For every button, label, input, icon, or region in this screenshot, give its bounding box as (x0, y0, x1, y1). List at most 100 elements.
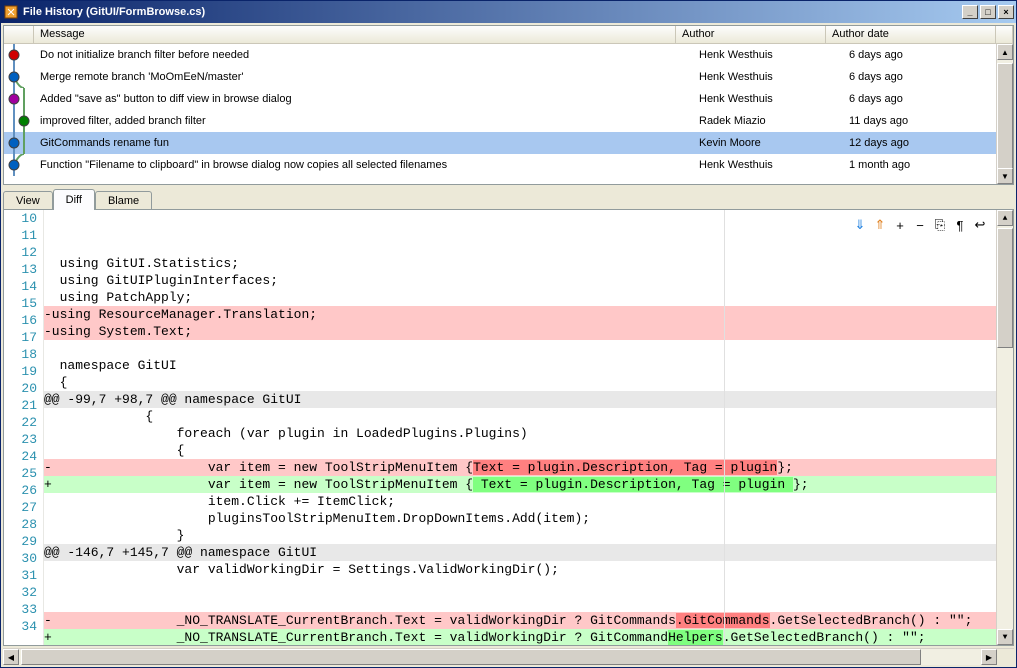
line-number: 10 (4, 210, 37, 227)
line-number: 24 (4, 448, 37, 465)
code-area[interactable]: using GitUI.Statistics; using GitUIPlugi… (44, 210, 996, 645)
diff-hscrollbar[interactable]: ◀ ▶ (3, 648, 1014, 665)
history-body: Do not initialize branch filter before n… (4, 44, 1013, 184)
next-diff-button[interactable]: ⇓ (850, 215, 870, 235)
history-row[interactable]: GitCommands rename funKevin Moore12 days… (4, 132, 1013, 154)
history-row[interactable]: Do not initialize branch filter before n… (4, 44, 1013, 66)
line-number: 30 (4, 550, 37, 567)
line-number: 33 (4, 601, 37, 618)
line-number: 14 (4, 278, 37, 295)
code-line: - var item = new ToolStripMenuItem {Text… (44, 459, 996, 476)
scroll-thumb[interactable] (997, 63, 1013, 173)
commit-date: 1 month ago (843, 157, 1013, 173)
code-line: -using ResourceManager.Translation; (44, 306, 996, 323)
scroll-left-icon[interactable]: ◀ (3, 649, 19, 665)
history-row[interactable]: improved filter, added branch filterRade… (4, 110, 1013, 132)
scroll-thumb[interactable] (21, 649, 921, 665)
scroll-corner (997, 649, 1014, 665)
code-line: @@ -146,7 +145,7 @@ namespace GitUI (44, 544, 996, 561)
tab-view[interactable]: View (3, 191, 53, 210)
commit-author: Henk Westhuis (693, 157, 843, 173)
code-line (44, 340, 996, 357)
prev-diff-button[interactable]: ⇑ (870, 215, 890, 235)
commit-date: 11 days ago (843, 113, 1013, 129)
col-date[interactable]: Author date (826, 26, 996, 43)
window-buttons: _ □ × (962, 5, 1014, 19)
code-line: var validWorkingDir = Settings.ValidWork… (44, 561, 996, 578)
commit-message: Merge remote branch 'MoOmEeN/master' (34, 69, 693, 85)
history-row[interactable]: Function "Filename to clipboard" in brow… (4, 154, 1013, 176)
show-whitespace-button[interactable]: ¶ (950, 215, 970, 235)
tabs: View Diff Blame (3, 189, 1014, 209)
window-title: File History (GitUI/FormBrowse.cs) (23, 6, 962, 18)
tab-diff[interactable]: Diff (53, 189, 95, 210)
line-number: 17 (4, 329, 37, 346)
tab-blame[interactable]: Blame (95, 191, 152, 210)
line-number: 22 (4, 414, 37, 431)
code-line: -using System.Text; (44, 323, 996, 340)
scroll-right-icon[interactable]: ▶ (981, 649, 997, 665)
wrap-button[interactable]: ↩ (970, 215, 990, 235)
commit-author: Henk Westhuis (693, 91, 843, 107)
line-number: 32 (4, 584, 37, 601)
code-line: pluginsToolStripMenuItem.DropDownItems.A… (44, 510, 996, 527)
line-number: 29 (4, 533, 37, 550)
diff-toolbar: ⇓ ⇑ + − ⎘ ¶ ↩ (849, 214, 991, 236)
code-line: { (44, 374, 996, 391)
commit-author: Kevin Moore (693, 135, 843, 151)
close-button[interactable]: × (998, 5, 1014, 19)
diff-panel: ⇓ ⇑ + − ⎘ ¶ ↩ 10111213141516171819202122… (3, 209, 1014, 646)
code-line: item.Click += ItemClick; (44, 493, 996, 510)
col-message[interactable]: Message (34, 26, 676, 43)
line-number: 18 (4, 346, 37, 363)
code-line: + var item = new ToolStripMenuItem { Tex… (44, 476, 996, 493)
line-number: 13 (4, 261, 37, 278)
line-number: 11 (4, 227, 37, 244)
zoom-in-button[interactable]: + (890, 215, 910, 235)
line-number: 31 (4, 567, 37, 584)
line-number: 16 (4, 312, 37, 329)
diff-vscrollbar[interactable]: ▲ ▼ (996, 210, 1013, 645)
commit-date: 6 days ago (843, 47, 1013, 63)
commit-author: Henk Westhuis (693, 69, 843, 85)
scroll-down-icon[interactable]: ▼ (997, 168, 1013, 184)
line-number: 20 (4, 380, 37, 397)
scroll-down-icon[interactable]: ▼ (997, 629, 1013, 645)
history-row[interactable]: Added "save as" button to diff view in b… (4, 88, 1013, 110)
commit-message: Do not initialize branch filter before n… (34, 47, 693, 63)
code-line: @@ -99,7 +98,7 @@ namespace GitUI (44, 391, 996, 408)
diff-body[interactable]: 1011121314151617181920212223242526272829… (4, 210, 1013, 645)
history-header: Message Author Author date (4, 26, 1013, 44)
commit-author: Henk Westhuis (693, 47, 843, 63)
code-line: } (44, 527, 996, 544)
copy-button[interactable]: ⎘ (930, 215, 950, 235)
scroll-thumb[interactable] (997, 228, 1013, 348)
scroll-up-icon[interactable]: ▲ (997, 44, 1013, 60)
graph-node (4, 44, 34, 66)
graph-node (4, 132, 34, 154)
code-line: using GitUI.Statistics; (44, 255, 996, 272)
code-line: { (44, 442, 996, 459)
history-panel: Message Author Author date Do not initia… (3, 25, 1014, 185)
line-gutter: 1011121314151617181920212223242526272829… (4, 210, 44, 645)
graph-node (4, 110, 34, 132)
scroll-up-icon[interactable]: ▲ (997, 210, 1013, 226)
window: File History (GitUI/FormBrowse.cs) _ □ ×… (0, 0, 1017, 668)
code-line: + _NO_TRANSLATE_CurrentBranch.Text = val… (44, 629, 996, 645)
zoom-out-button[interactable]: − (910, 215, 930, 235)
commit-message: Added "save as" button to diff view in b… (34, 91, 693, 107)
maximize-button[interactable]: □ (980, 5, 996, 19)
line-number: 21 (4, 397, 37, 414)
commit-date: 12 days ago (843, 135, 1013, 151)
commit-date: 6 days ago (843, 91, 1013, 107)
code-line: foreach (var plugin in LoadedPlugins.Plu… (44, 425, 996, 442)
col-author[interactable]: Author (676, 26, 826, 43)
code-line (44, 595, 996, 612)
col-graph[interactable] (4, 26, 34, 43)
col-scroll (996, 26, 1013, 43)
margin-line (724, 210, 725, 645)
history-scrollbar[interactable]: ▲ ▼ (996, 44, 1013, 184)
code-line: using GitUIPluginInterfaces; (44, 272, 996, 289)
minimize-button[interactable]: _ (962, 5, 978, 19)
history-row[interactable]: Merge remote branch 'MoOmEeN/master'Henk… (4, 66, 1013, 88)
